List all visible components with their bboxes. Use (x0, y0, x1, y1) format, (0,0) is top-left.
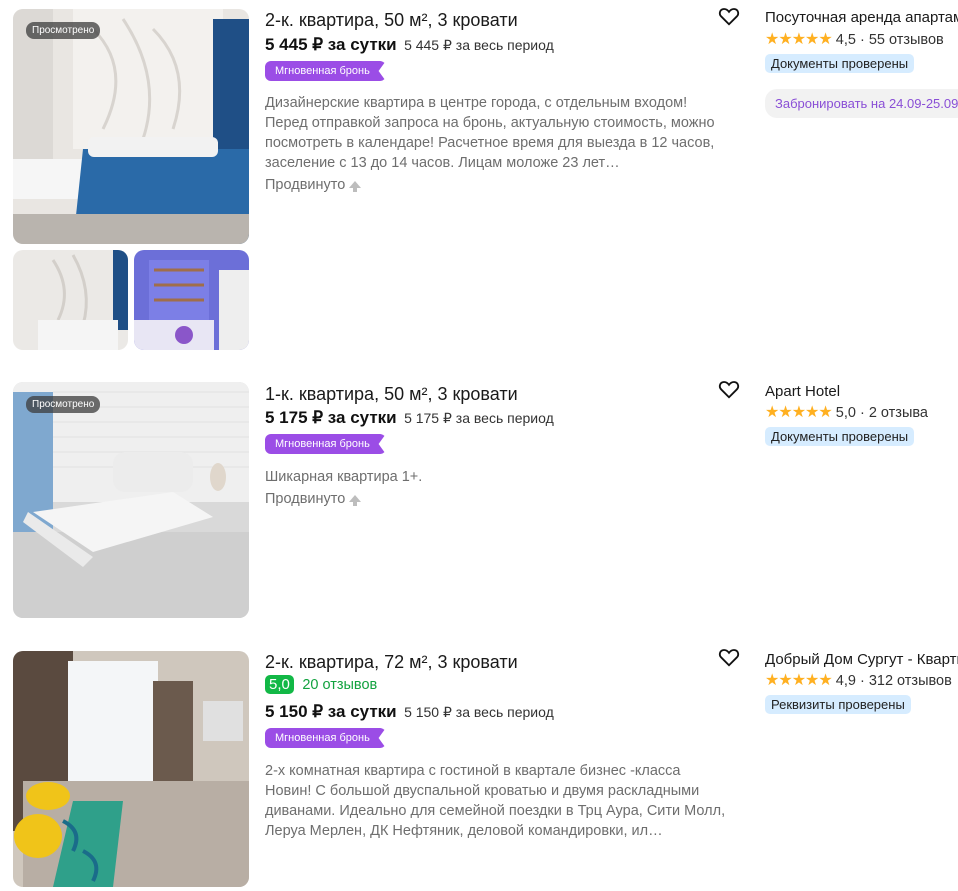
price-per-night: 5 175 ₽ за сутки (265, 408, 397, 427)
price-total: 5 445 ₽ за весь период (404, 37, 554, 53)
seller-name[interactable]: Добрый Дом Сургут - Квартиры (765, 651, 958, 668)
price-row: 5 175 ₽ за сутки 5 175 ₽ за весь период (265, 408, 554, 428)
stars-icon: ★★★★★ (765, 404, 833, 421)
promoted-text: Продвинуто (265, 491, 346, 507)
instant-booking-badge: Мгновенная бронь (265, 61, 386, 81)
stars-icon: ★★★★★ (765, 31, 833, 48)
arrow-up-stem (353, 500, 358, 506)
listing-card[interactable]: Просмотрено 1-к. квартира, 50 м², 3 кров… (0, 374, 958, 624)
price-row: 5 150 ₽ за сутки 5 150 ₽ за весь период (265, 702, 554, 722)
price-total: 5 175 ₽ за весь период (404, 410, 554, 426)
instant-booking-badge: Мгновенная бронь (265, 434, 386, 454)
price-total: 5 150 ₽ за весь период (404, 704, 554, 720)
score-badge: 5,0 (265, 675, 294, 694)
reviews-count[interactable]: 2 отзыва (869, 405, 928, 421)
promoted-label: Продвинуто (265, 491, 362, 507)
rating-value: 4,5 (835, 32, 856, 48)
heart-icon[interactable] (718, 378, 740, 400)
viewed-badge: Просмотрено (26, 22, 101, 39)
price-per-night: 5 445 ₽ за сутки (265, 35, 397, 54)
seller-rating: ★★★★★ 4,9 · 312 отзывов (765, 672, 952, 689)
price-per-night: 5 150 ₽ за сутки (265, 702, 397, 721)
book-button[interactable]: Забронировать на 24.09-25.09 (765, 89, 958, 118)
listing-description: 2-х комнатная квартира с гостиной в квар… (265, 763, 726, 839)
listing-description: Дизайнерские квартира в центре города, с… (265, 95, 715, 171)
arrow-up-stem (353, 186, 358, 192)
seller-name[interactable]: Apart Hotel (765, 383, 958, 400)
heart-icon[interactable] (718, 5, 740, 27)
reviews-count[interactable]: 312 отзывов (869, 673, 952, 689)
verified-badge: Документы проверены (765, 427, 915, 446)
verified-badge: Реквизиты проверены (765, 695, 911, 714)
listing-photo[interactable] (13, 651, 249, 887)
rating-value: 4,9 (835, 673, 856, 689)
rating-value: 5,0 (835, 405, 856, 421)
seller-rating: ★★★★★ 4,5 · 55 отзывов (765, 31, 944, 48)
heart-icon[interactable] (718, 646, 740, 668)
listing-photo[interactable] (13, 9, 249, 244)
score-row: 5,0 20 отзывов (265, 675, 377, 694)
listing-title[interactable]: 1-к. квартира, 50 м², 3 кровати (265, 384, 518, 405)
listing-card[interactable]: 2-к. квартира, 72 м², 3 кровати 5,0 20 о… (0, 643, 958, 891)
promoted-label: Продвинуто (265, 177, 362, 193)
promoted-text: Продвинуто (265, 177, 346, 193)
listing-title[interactable]: 2-к. квартира, 50 м², 3 кровати (265, 10, 518, 31)
seller-name[interactable]: Посуточная аренда апартаментов (765, 9, 958, 26)
verified-badge: Документы проверены (765, 54, 915, 73)
listing-card[interactable]: Просмотрено 2-к. квартира, 50 м², 3 кров… (0, 0, 958, 360)
price-row: 5 445 ₽ за сутки 5 445 ₽ за весь период (265, 35, 554, 55)
listing-thumbnail[interactable] (134, 250, 249, 350)
score-reviews-link[interactable]: 20 отзывов (302, 677, 377, 693)
seller-rating: ★★★★★ 5,0 · 2 отзыва (765, 404, 928, 421)
stars-icon: ★★★★★ (765, 672, 833, 689)
listing-photo[interactable] (13, 382, 249, 618)
instant-booking-badge: Мгновенная бронь (265, 728, 386, 748)
viewed-badge: Просмотрено (26, 396, 101, 413)
listing-thumbnail[interactable] (13, 250, 128, 350)
listing-description: Шикарная квартира 1+. (265, 469, 423, 485)
reviews-count[interactable]: 55 отзывов (869, 32, 944, 48)
listing-title[interactable]: 2-к. квартира, 72 м², 3 кровати (265, 652, 518, 673)
